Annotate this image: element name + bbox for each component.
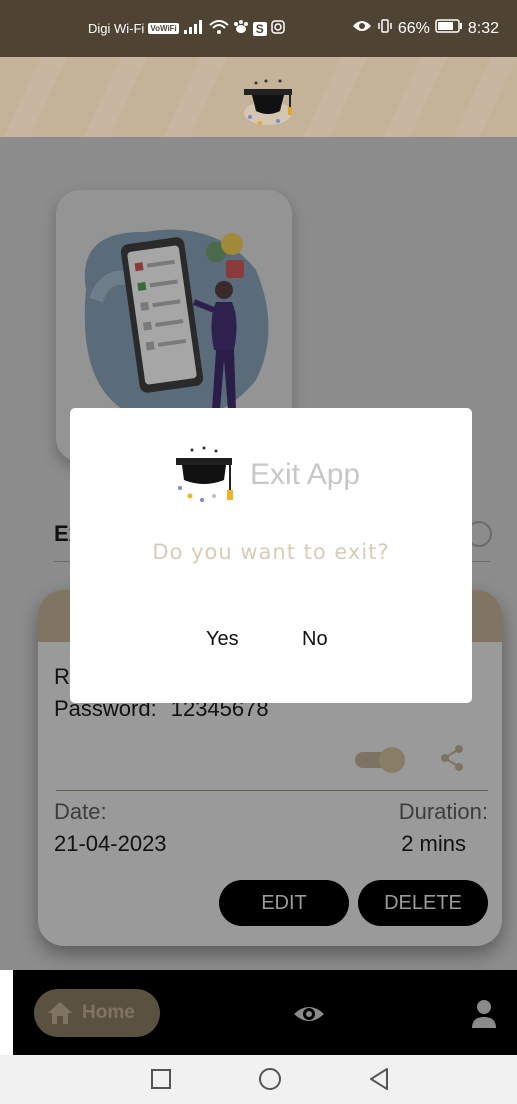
status-bar-left: Digi Wi-Fi VoWiFi S xyxy=(88,20,285,37)
battery-icon xyxy=(435,19,463,38)
duration-label: Duration: xyxy=(398,799,488,824)
duration-value: 2 mins xyxy=(401,831,466,856)
recents-square-icon[interactable] xyxy=(150,1068,172,1090)
instagram-icon xyxy=(271,20,285,37)
carrier-name: Digi Wi-Fi xyxy=(88,21,145,36)
status-bar: Digi Wi-Fi VoWiFi S 66% 8:32 xyxy=(0,0,517,57)
status-bar-right: 66% 8:32 xyxy=(352,18,499,39)
nav-home-label: Home xyxy=(82,1002,135,1023)
vibrate-icon xyxy=(377,18,393,39)
wifi-icon xyxy=(209,20,229,37)
vowifi-badge: VoWiFi xyxy=(148,23,179,34)
header-stripe xyxy=(79,57,147,137)
header-stripe xyxy=(299,57,367,137)
graduation-cap-logo-icon xyxy=(176,446,233,502)
home-circle-icon[interactable] xyxy=(258,1067,282,1091)
dialog-no-button[interactable]: No xyxy=(302,628,328,651)
nav-home-button[interactable]: Home xyxy=(34,989,160,1037)
record-card-divider xyxy=(56,790,488,791)
graduation-cap-logo-icon xyxy=(244,79,292,125)
signal-icon xyxy=(183,20,205,37)
header-stripe xyxy=(0,57,67,137)
clock: 8:32 xyxy=(467,19,499,37)
share-icon[interactable] xyxy=(437,743,467,773)
home-icon xyxy=(48,1002,72,1024)
dialog-yes-button[interactable]: Yes xyxy=(206,628,239,651)
dialog-title: Exit App xyxy=(250,458,361,491)
date-value: 21-04-2023 xyxy=(54,831,167,856)
header-stripe xyxy=(449,57,517,137)
battery-percent: 66% xyxy=(397,19,430,37)
dialog-message: Do you want to exit? xyxy=(152,540,390,564)
s-app-icon: S xyxy=(252,21,267,36)
system-nav-bar xyxy=(0,1055,517,1104)
nav-eye-icon[interactable] xyxy=(292,1000,326,1028)
delete-button[interactable]: DELETE xyxy=(358,880,488,926)
header-stripe xyxy=(159,57,227,137)
date-label: Date: xyxy=(54,799,107,824)
toggle-knob xyxy=(379,747,405,773)
back-triangle-icon[interactable] xyxy=(368,1067,390,1091)
eye-comfort-icon xyxy=(352,19,372,38)
edit-button[interactable]: EDIT xyxy=(219,880,349,926)
app-header xyxy=(0,57,517,137)
nav-profile-icon[interactable] xyxy=(470,998,498,1028)
notification-paw-icon xyxy=(233,20,249,37)
header-stripe xyxy=(379,57,447,137)
record-toggle[interactable] xyxy=(353,745,405,773)
